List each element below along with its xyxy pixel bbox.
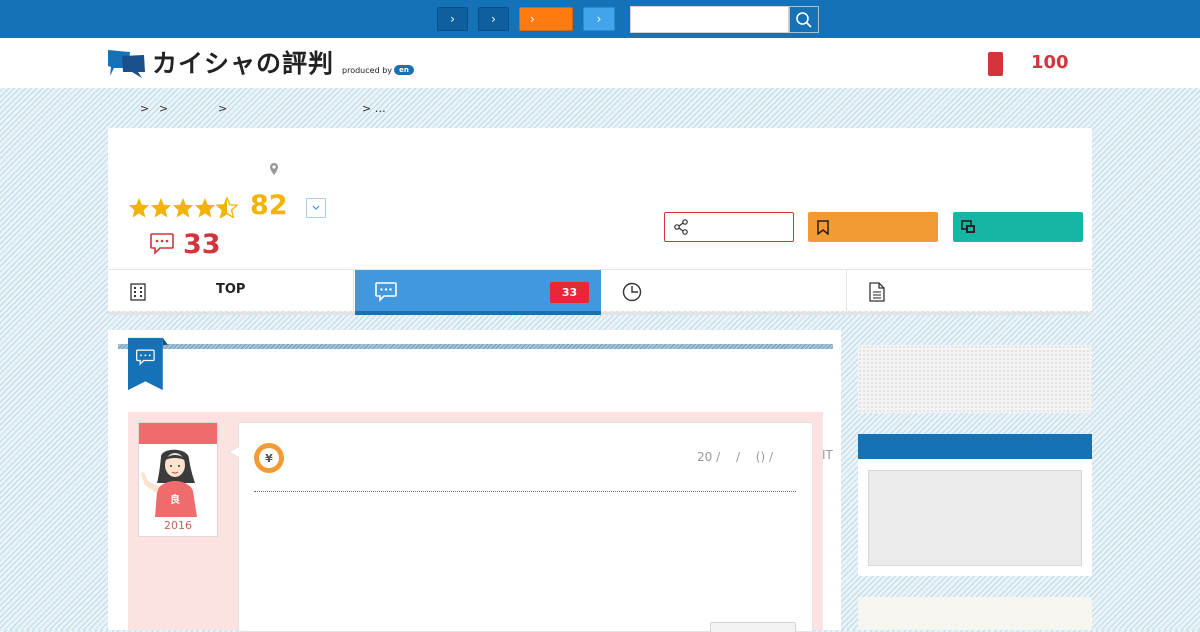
sidebar-widget-2	[858, 597, 1092, 630]
document-icon	[869, 282, 885, 302]
star-full-icon	[128, 197, 150, 218]
bookmark-icon	[817, 219, 829, 235]
avatar-shirt-char: 良	[170, 493, 180, 506]
logo-mark-icon	[108, 50, 145, 78]
produced-by: produced by en	[342, 65, 415, 75]
compare-icon	[961, 220, 975, 233]
top-nav-button-1[interactable]: ›	[437, 7, 468, 31]
chat-icon	[375, 282, 397, 302]
share-icon	[674, 219, 688, 235]
search-icon	[796, 11, 812, 28]
rating-score: 82	[250, 190, 288, 221]
en-logo: en	[394, 65, 415, 75]
favorites-icon[interactable]	[988, 52, 1003, 76]
produced-by-label: produced by	[342, 65, 393, 75]
site-logo[interactable]: カイシャの評判 produced by en	[108, 49, 415, 78]
search-input[interactable]	[630, 6, 789, 33]
logo-text: カイシャの評判	[152, 49, 335, 78]
yen-icon: ¥	[259, 448, 279, 468]
breadcrumb-separator: >	[159, 102, 169, 115]
breadcrumb-current: > …	[362, 102, 386, 115]
review-section-ribbon-icon	[128, 337, 168, 391]
reviewer-avatar: 良	[140, 449, 197, 517]
tab-reviews[interactable]: 33	[355, 270, 601, 315]
avatar-header	[139, 423, 217, 444]
chevron-right-icon: ›	[491, 12, 496, 26]
helpful-button[interactable]	[710, 622, 796, 632]
search-button[interactable]	[789, 6, 819, 33]
breadcrumb-separator: >	[218, 102, 228, 115]
star-full-icon	[194, 197, 216, 218]
review-meta-industry: IT	[822, 448, 833, 462]
section-rule	[118, 344, 833, 349]
favorites-count[interactable]: 100	[1031, 52, 1069, 73]
bookmark-button[interactable]	[808, 212, 938, 242]
tab-reviews-count-badge: 33	[550, 282, 589, 303]
chevron-right-icon: ›	[450, 12, 455, 26]
bubble-tip-inner	[230, 447, 239, 457]
top-bar: › › › ›	[0, 0, 1200, 38]
salary-category-badge: ¥	[254, 443, 284, 473]
chevron-right-icon: ›	[530, 12, 535, 26]
compare-button[interactable]	[953, 212, 1083, 242]
top-nav-button-highlight[interactable]: ›	[519, 7, 573, 31]
reviewer-avatar-card: 良 2016	[138, 422, 218, 537]
tab-history[interactable]	[601, 270, 847, 312]
tab-top-label: TOP	[216, 282, 246, 297]
chevron-down-icon	[312, 205, 320, 210]
sidebar-ad[interactable]	[858, 345, 1092, 413]
site-header: カイシャの評判 produced by en 100	[0, 38, 1200, 88]
share-button[interactable]	[664, 212, 794, 242]
review-meta: 20 / / () /	[697, 450, 774, 464]
star-full-icon	[150, 197, 172, 218]
review-divider	[254, 491, 796, 492]
top-nav-button-2[interactable]: ›	[478, 7, 509, 31]
sidebar-widget-header	[858, 434, 1092, 459]
star-half-icon	[216, 197, 238, 218]
tab-info[interactable]	[847, 270, 1092, 312]
review-count[interactable]: 33	[183, 229, 221, 260]
clock-icon	[622, 282, 642, 302]
rating-toggle-button[interactable]	[306, 198, 326, 218]
breadcrumb-separator: >	[140, 102, 150, 115]
rating-stars	[128, 197, 238, 218]
sidebar-widget-content[interactable]	[868, 470, 1082, 566]
top-nav-button-4[interactable]: ›	[583, 7, 615, 31]
company-tabs: TOP 33	[108, 269, 1092, 315]
star-full-icon	[172, 197, 194, 218]
review-bubble-icon	[150, 233, 174, 255]
reviewer-year: 2016	[164, 519, 192, 532]
chevron-right-icon: ›	[596, 12, 602, 26]
location-pin-icon	[270, 163, 278, 175]
building-icon	[130, 283, 146, 301]
tab-top[interactable]: TOP	[108, 270, 354, 312]
